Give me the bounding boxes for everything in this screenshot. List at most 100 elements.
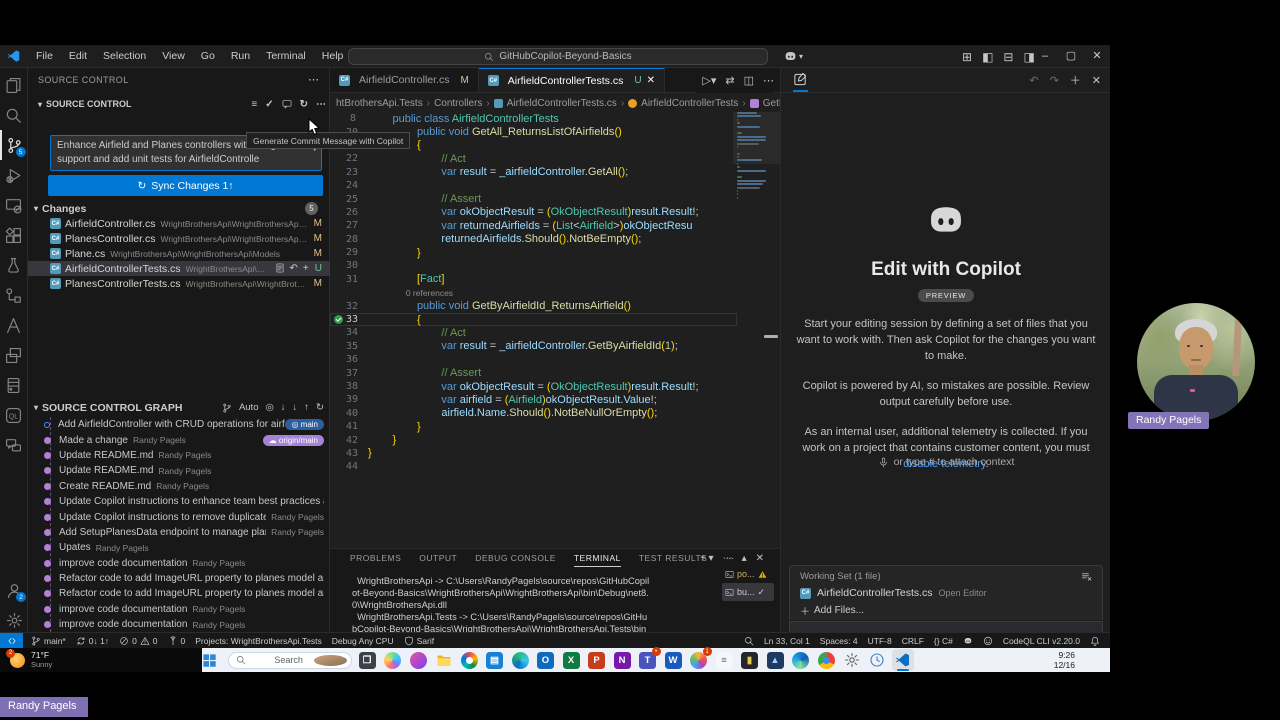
taskbar-app-task-view[interactable]: ❐ [356,649,378,671]
commit-row[interactable]: Add AirfieldController with CRUD operati… [28,417,330,432]
open-file-icon[interactable] [275,263,285,274]
status-build-config[interactable]: Debug Any CPU [332,636,394,646]
status-projects[interactable]: Projects: WrightBrothersApi.Tests [195,636,321,646]
toggle-sidebar-icon[interactable]: ◧ [982,50,993,64]
sync-changes-button[interactable]: ↻ Sync Changes 1↑ [48,175,323,196]
taskbar-app-file-explorer[interactable] [433,649,455,671]
commit-row[interactable]: Refactor code to add ImageURL property t… [28,571,330,586]
source-control-graph-header[interactable]: ▾ SOURCE CONTROL GRAPH Auto ◎ ↓ ↓ ↑ ↻ [28,400,330,415]
code-line[interactable]: 29} [330,246,737,259]
status-screencast[interactable] [744,636,754,646]
taskbar-app-copilot-app[interactable] [382,649,404,671]
close-tab-icon[interactable]: ✕ [647,75,655,86]
taskbar-app-dev-tool[interactable]: ▮ [739,649,761,671]
run-test-icon[interactable]: ▷▾ [702,74,716,87]
panel-tab-terminal[interactable]: TERMINAL [573,549,621,567]
taskbar-app-clock-app[interactable] [866,649,888,671]
code-line[interactable]: 35 var result = _airfieldController.GetBy… [330,340,737,353]
code-line[interactable]: 36 [330,353,737,366]
commit-row[interactable]: Made a change Randy Pagels ☁ origin/main [28,432,330,447]
breadcrumb-item[interactable]: htBrothersApi.Tests [336,98,423,109]
terminal-session[interactable]: bu... ✓ [722,583,774,601]
commit-row[interactable]: Upates Randy Pagels [28,540,330,555]
code-line[interactable]: 39 var airfield = (Airfield)okObjectResul… [330,393,737,406]
menu-selection[interactable]: Selection [96,48,153,64]
codelens-references[interactable]: 0 references [368,288,453,298]
minimap[interactable] [737,112,777,482]
codelens-row[interactable]: 0 references [330,286,737,299]
push-icon[interactable]: ↑ [304,402,309,413]
activity-item-gear[interactable] [0,605,28,635]
close-button[interactable]: ✕ [1084,45,1110,68]
commit-row[interactable]: Update Copilot instructions to enhance t… [28,494,330,509]
taskbar-app-paint[interactable]: 1 [688,647,712,671]
redo-icon[interactable]: ↷ [1050,74,1059,87]
widgets-area[interactable]: 2 71°F Sunny [0,648,202,672]
code-line[interactable]: 40 airfield.Name.Should().NotBeNullOrEmpt… [330,407,737,420]
status-remote-indicator[interactable] [0,632,23,648]
code-line[interactable]: 27 var returnedAirfields = (List<Airfield… [330,219,737,232]
new-session-icon[interactable]: ＋ [1070,72,1081,88]
activity-item-debug[interactable] [0,160,28,190]
status-problems[interactable]: 00 [119,636,158,646]
taskbar-app-photos-legacy[interactable]: ▲ [764,649,786,671]
activity-item-server[interactable] [0,370,28,400]
status-language-mode[interactable]: {} C# [934,636,953,646]
activity-item-remote[interactable] [0,190,28,220]
change-row[interactable]: C# AirfieldControllerTests.cs WrightBrothe… [28,261,330,276]
code-line[interactable]: 23 var result = _airfieldController.GetAl… [330,166,737,179]
taskbar-app-settings-app[interactable] [841,649,863,671]
code-line[interactable]: 41} [330,420,737,433]
menu-run[interactable]: Run [224,48,257,64]
commit-check-icon[interactable]: ✓ [265,99,273,110]
code-line[interactable]: 44 [330,460,737,473]
source-control-section-header[interactable]: ▾ SOURCE CONTROL ≡ ✓ ↻ ⋯ [32,97,326,111]
more-actions-icon[interactable]: ⋯ [316,99,326,110]
code-line[interactable]: 8 public class AirfieldControllerTests [330,112,737,125]
edit-session-tab[interactable] [793,72,808,92]
view-as-list-icon[interactable]: ≡ [251,99,257,110]
taskbar-app-excel[interactable]: X [560,649,582,671]
change-row[interactable]: C# Plane.cs WrightBrothersApi\WrightBrothe… [28,246,330,261]
menu-terminal[interactable]: Terminal [259,48,313,64]
change-row[interactable]: C# PlanesControllerTests.cs WrightBrothers… [28,276,330,291]
editor-tab[interactable]: C# AirfieldControllerTests.cs U ✕ [478,68,665,92]
code-editor[interactable]: 8public class AirfieldControllerTests20p… [330,112,737,504]
refresh-icon[interactable]: ↻ [300,99,308,110]
menu-edit[interactable]: Edit [62,48,94,64]
refresh-graph-icon[interactable]: ↻ [316,402,324,413]
taskbar-app-chrome[interactable] [815,649,837,671]
commit-row[interactable]: Create README.md Randy Pagels [28,479,330,494]
code-line[interactable]: 42} [330,433,737,446]
menu-file[interactable]: File [29,48,60,64]
code-line[interactable]: 32 public void GetByAirfieldId_ReturnsAir… [330,299,737,312]
activity-item-account[interactable]: 2 [0,575,28,605]
undo-icon[interactable]: ↶ [1029,74,1038,87]
toggle-panel-icon[interactable]: ⊟ [1003,50,1013,64]
graph-auto-label[interactable]: Auto [239,402,259,413]
code-line[interactable]: 25 // Assert [330,192,737,205]
taskbar-app-store[interactable]: ▤ [484,649,506,671]
taskbar-app-clipchamp[interactable] [407,649,429,671]
panel-more-icon[interactable]: ⋯ [723,553,733,564]
status-copilot-status[interactable] [963,636,973,646]
copilot-menu-icon[interactable]: ▾ [783,49,803,64]
taskbar-app-edge-beta[interactable] [790,649,812,671]
new-terminal-icon[interactable]: + ▾ [700,553,714,564]
panel-tab-problems[interactable]: PROBLEMS [350,549,401,567]
menu-view[interactable]: View [155,48,192,64]
commit-row[interactable]: Update README.md Randy Pagels [28,448,330,463]
commit-row[interactable]: improve code documentation Randy Pagels [28,617,330,632]
clear-working-set-icon[interactable] [1081,571,1092,582]
breadcrumb-item[interactable]: AirfieldControllerTests.cs [507,98,617,109]
changes-header[interactable]: ▾ Changes 5 [28,201,330,216]
code-line[interactable]: 31 [Fact] [330,273,737,286]
menu-help[interactable]: Help [315,48,351,64]
add-files-button[interactable]: ＋ Add Files... [800,603,1092,618]
maximize-panel-icon[interactable]: ▴ [742,553,747,564]
working-set-file[interactable]: C# AirfieldControllerTests.cs Open Edito… [800,587,1092,599]
code-line[interactable]: 22 // Act [330,152,737,165]
code-line[interactable]: 33 { [330,313,737,326]
code-line[interactable]: 24 [330,179,737,192]
commit-row[interactable]: improve code documentation Randy Pagels [28,556,330,571]
